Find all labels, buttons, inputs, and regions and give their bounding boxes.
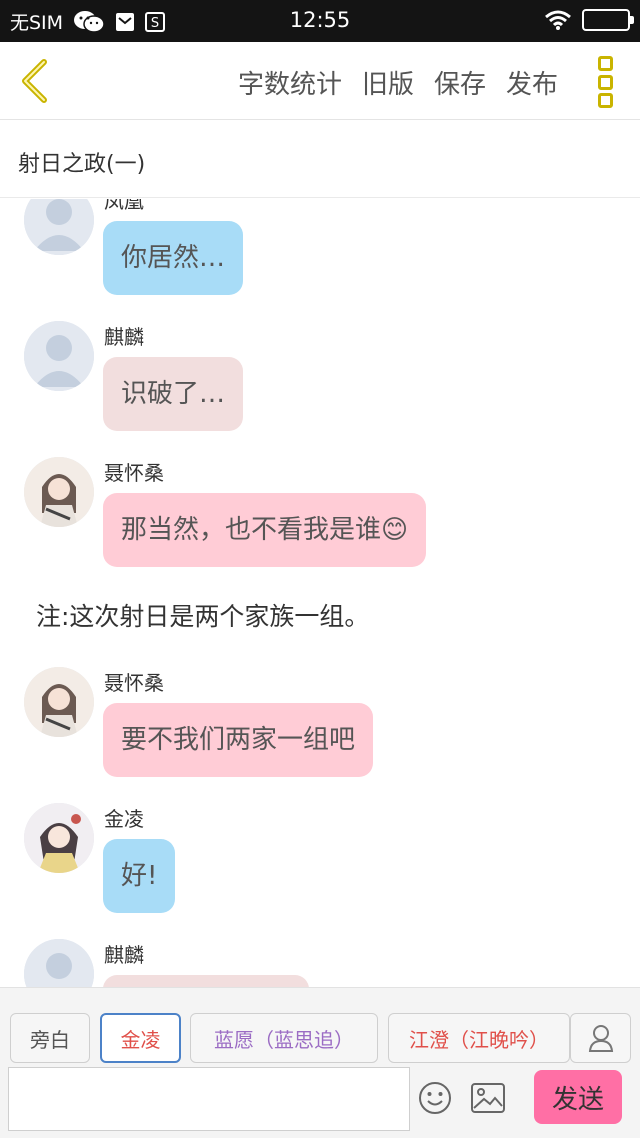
role-button-jiangcheng[interactable]: 江澄（江晚吟） bbox=[388, 1013, 570, 1063]
status-bar-right bbox=[544, 9, 634, 31]
image-icon bbox=[471, 1083, 505, 1113]
character-avatar bbox=[24, 667, 94, 737]
role-selector-bar: 旁白 金凌 蓝愿（蓝思追） 江澄（江晚吟） bbox=[0, 987, 640, 1065]
save-button[interactable]: 保存 bbox=[434, 64, 486, 101]
message-bubble[interactable]: 那当然，也不看我是谁😊 bbox=[103, 493, 427, 567]
character-avatar bbox=[24, 457, 94, 527]
send-button[interactable]: 发送 bbox=[534, 1070, 622, 1124]
smiley-icon bbox=[419, 1082, 451, 1114]
word-count-button[interactable]: 字数统计 bbox=[238, 64, 342, 101]
wifi-icon bbox=[544, 9, 572, 31]
role-manage-button[interactable] bbox=[570, 1013, 631, 1063]
chat-area[interactable]: 凤凰 你居然… 麒麟 识破了… 聂怀桑 那当然，也不看我是谁😊 注:这次射日是两… bbox=[0, 199, 640, 987]
message-bubble[interactable] bbox=[103, 975, 309, 987]
character-avatar bbox=[24, 803, 94, 873]
default-avatar-icon bbox=[24, 321, 94, 391]
old-version-button[interactable]: 旧版 bbox=[362, 64, 414, 101]
editor-toolbar: 字数统计 旧版 保存 发布 bbox=[0, 42, 640, 120]
speaker-name: 聂怀桑 bbox=[104, 671, 164, 695]
chapter-header: 射日之政(一) bbox=[0, 120, 640, 198]
more-vertical-icon[interactable] bbox=[594, 56, 616, 108]
role-button-narration[interactable]: 旁白 bbox=[10, 1013, 90, 1063]
person-icon bbox=[588, 1025, 613, 1052]
status-bar: 无SIM S 12:55 bbox=[0, 0, 640, 42]
speaker-name: 麒麟 bbox=[104, 943, 144, 967]
role-button-lanyuan[interactable]: 蓝愿（蓝思追） bbox=[190, 1013, 378, 1063]
message-bubble[interactable]: 好! bbox=[103, 839, 176, 913]
input-bar: 发送 bbox=[0, 1065, 640, 1138]
emoji-button[interactable] bbox=[418, 1081, 452, 1115]
battery-icon bbox=[582, 9, 634, 31]
message-bubble[interactable]: 识破了… bbox=[103, 357, 244, 431]
toolbar-actions: 字数统计 旧版 保存 发布 bbox=[238, 64, 558, 101]
role-button-jinling[interactable]: 金凌 bbox=[100, 1013, 181, 1063]
chapter-title[interactable]: 射日之政(一) bbox=[18, 146, 145, 178]
publish-button[interactable]: 发布 bbox=[506, 64, 558, 101]
message-bubble[interactable]: 你居然… bbox=[103, 221, 244, 295]
back-button[interactable] bbox=[14, 56, 54, 106]
message-bubble[interactable]: 要不我们两家一组吧 bbox=[103, 703, 374, 777]
chevron-left-icon bbox=[22, 59, 47, 103]
default-avatar-icon bbox=[24, 939, 94, 987]
speaker-name: 麒麟 bbox=[104, 325, 144, 349]
narration-text[interactable]: 注:这次射日是两个家族一组。 bbox=[36, 597, 369, 633]
speaker-name: 聂怀桑 bbox=[104, 461, 164, 485]
default-avatar-icon bbox=[24, 199, 94, 255]
message-input[interactable] bbox=[8, 1067, 410, 1131]
speaker-name: 凤凰 bbox=[104, 199, 144, 213]
image-button[interactable] bbox=[470, 1082, 506, 1114]
speaker-name: 金凌 bbox=[104, 807, 144, 831]
